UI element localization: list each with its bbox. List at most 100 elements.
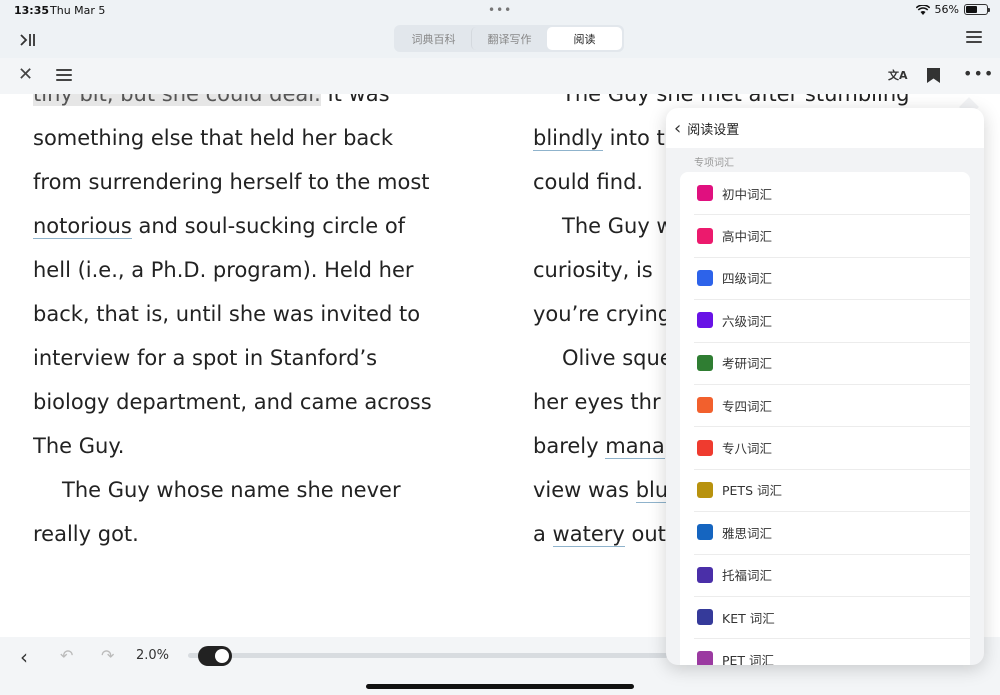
vocab-item-label: 六级词汇	[722, 313, 773, 329]
color-swatch	[697, 227, 713, 244]
vocab-item-label: 高中词汇	[722, 229, 773, 245]
text-line: back, that is, until she was invited to	[33, 292, 473, 336]
text-run: a	[533, 522, 553, 546]
status-bar: 13:35 Thu Mar 5 ••• 56%	[0, 0, 1000, 22]
text-run: back, that is, until she was invited to	[33, 302, 421, 326]
close-icon[interactable]: ✕	[18, 66, 33, 84]
vocab-item-label: 专八词汇	[722, 441, 773, 457]
battery-icon	[964, 4, 990, 15]
text-run: interview for a spot in Stanford’s	[33, 346, 378, 370]
color-swatch	[697, 354, 713, 371]
vocab-item[interactable]: 高中词汇	[680, 214, 970, 256]
marked-word[interactable]: blindly	[533, 126, 603, 151]
vocab-item[interactable]: PET 词汇	[680, 638, 970, 665]
vocab-item[interactable]: 初中词汇	[680, 172, 970, 214]
home-indicator	[366, 684, 634, 689]
text-run: and soul-sucking circle of	[131, 214, 406, 238]
list-icon[interactable]	[966, 31, 982, 43]
text-line: something else that held her back	[33, 116, 473, 160]
text-line: interview for a spot in Stanford’s	[33, 336, 473, 380]
vocab-item[interactable]: PETS 词汇	[680, 468, 970, 511]
color-swatch	[697, 185, 713, 202]
text-line: notorious and soul-sucking circle of	[33, 204, 473, 248]
text-run: hell (i.e., a Ph.D. program). Held her	[33, 258, 414, 282]
marked-word[interactable]: notorious	[33, 214, 132, 239]
table-of-contents-icon[interactable]	[56, 69, 72, 81]
vocab-item-label: PETS 词汇	[722, 483, 782, 499]
multitasking-dots-icon[interactable]: •••	[488, 3, 512, 17]
highlighted-text: tiny bit, but she could deal.	[33, 94, 321, 106]
text-run: from surrendering herself to the most	[33, 170, 430, 194]
tab-1[interactable]: 翻译写作	[471, 27, 547, 50]
vocab-item[interactable]: 考研词汇	[680, 341, 970, 384]
vocab-item[interactable]: 六级词汇	[680, 299, 970, 341]
text-line: The Guy whose name she never	[33, 468, 473, 512]
text-line: hell (i.e., a Ph.D. program). Held her	[33, 248, 473, 292]
marked-word[interactable]: blu	[635, 478, 669, 503]
vocab-item[interactable]: 四级词汇	[680, 256, 970, 299]
progress-slider-handle[interactable]	[197, 646, 232, 666]
vocab-item-label: KET 词汇	[722, 610, 775, 626]
vocab-item-label: 雅思词汇	[722, 525, 773, 541]
text-run: The Guy she met after stumbling	[562, 94, 910, 106]
text-run: biology department, and came across	[33, 390, 432, 414]
text-run: into t	[602, 126, 665, 150]
marked-word[interactable]: mana	[605, 434, 665, 459]
reader-page-left: tiny bit, but she could deal. It was some…	[33, 94, 473, 637]
color-swatch	[697, 524, 713, 541]
reading-settings-panel: ‹ 阅读设置 专项词汇 初中词汇高中词汇四级词汇六级词汇考研词汇专四词汇专八词汇…	[666, 108, 984, 665]
vocab-item[interactable]: 雅思词汇	[680, 511, 970, 553]
back-chevron-icon[interactable]: ‹	[674, 118, 681, 139]
text-run: really got.	[33, 522, 139, 546]
translate-icon[interactable]: 文A	[888, 67, 908, 83]
text-run: out	[624, 522, 666, 546]
color-swatch	[697, 312, 713, 329]
color-swatch	[697, 609, 713, 626]
color-swatch	[697, 269, 713, 286]
redo-icon[interactable]: ↷	[101, 646, 114, 665]
progress-percent: 2.0%	[136, 648, 170, 663]
sidebar-toggle-icon[interactable]	[16, 29, 38, 51]
vocab-item-label: PET 词汇	[722, 652, 775, 665]
settings-title: 阅读设置	[687, 122, 740, 138]
vocab-item-label: 专四词汇	[722, 398, 773, 414]
text-run: It was	[320, 94, 390, 106]
vocab-item-label: 初中词汇	[722, 186, 773, 202]
segmented-tabs: 词典百科 翻译写作 阅读	[394, 25, 624, 52]
more-options-icon[interactable]: •••	[963, 64, 994, 83]
tab-2[interactable]: 阅读	[547, 27, 622, 50]
vocab-item[interactable]: 专四词汇	[680, 383, 970, 426]
text-run: The Guy w	[562, 214, 674, 238]
text-line: biology department, and came across	[33, 380, 473, 424]
section-label: 专项词汇	[694, 158, 734, 169]
undo-icon[interactable]: ↶	[60, 646, 73, 665]
color-swatch	[697, 439, 713, 456]
vocab-item[interactable]: KET 词汇	[680, 595, 970, 638]
text-run: The Guy.	[33, 434, 125, 458]
previous-page-icon[interactable]: ‹	[20, 645, 28, 669]
color-swatch	[697, 566, 713, 583]
settings-header: ‹ 阅读设置	[666, 108, 984, 148]
text-line: tiny bit, but she could deal. It was	[33, 94, 473, 116]
vocab-item[interactable]: 托福词汇	[680, 553, 970, 596]
text-run: could find.	[533, 170, 644, 194]
vocab-item-label: 托福词汇	[722, 568, 773, 584]
marked-word[interactable]: watery	[552, 522, 625, 547]
status-right: 56%	[915, 3, 990, 16]
color-swatch	[697, 397, 713, 414]
status-date: Thu Mar 5	[50, 4, 106, 17]
text-line: really got.	[33, 512, 473, 556]
color-swatch	[697, 651, 713, 665]
text-run: something else that held her back	[33, 126, 393, 150]
text-run: barely	[533, 434, 606, 458]
bookmark-icon[interactable]	[927, 68, 940, 83]
text-run: curiosity, is	[533, 258, 653, 282]
color-swatch	[697, 481, 713, 498]
text-line: from surrendering herself to the most	[33, 160, 473, 204]
vocabulary-list: 初中词汇高中词汇四级词汇六级词汇考研词汇专四词汇专八词汇 PETS 词汇 雅思词汇托…	[680, 172, 970, 665]
text-run: you’re crying	[533, 302, 672, 326]
tab-0[interactable]: 词典百科	[396, 27, 471, 50]
progress-slider[interactable]	[188, 646, 668, 666]
vocab-item[interactable]: 专八词汇	[680, 426, 970, 468]
text-run: view was	[533, 478, 636, 502]
